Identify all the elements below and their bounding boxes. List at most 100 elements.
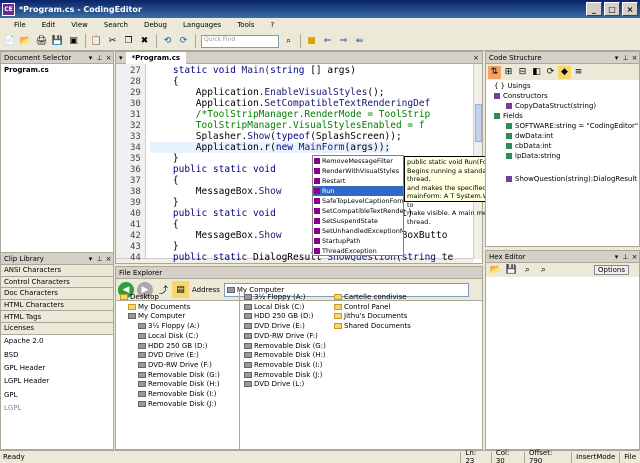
save-icon[interactable]: 💾 bbox=[504, 263, 519, 278]
clip-category[interactable]: HTML Characters bbox=[1, 299, 113, 312]
menu-languages[interactable]: Languages bbox=[175, 21, 229, 29]
bookmark-icon[interactable]: ■ bbox=[304, 34, 319, 49]
code-structure-node[interactable]: cbData:int bbox=[506, 142, 552, 150]
menu-search[interactable]: Search bbox=[96, 21, 136, 29]
close-icon[interactable]: × bbox=[630, 253, 639, 261]
new-file-icon[interactable]: 📄 bbox=[2, 34, 17, 49]
menu-view[interactable]: View bbox=[63, 21, 96, 29]
clip-category[interactable]: ANSI Characters bbox=[1, 265, 113, 277]
save-icon[interactable]: 💾 bbox=[50, 34, 65, 49]
close-icon[interactable]: × bbox=[630, 54, 639, 62]
tab-close-icon[interactable]: × bbox=[470, 54, 482, 62]
code-line[interactable]: Application.EnableVisualStyles(); bbox=[150, 87, 385, 98]
bookmark-prev-icon[interactable]: ⇐ bbox=[320, 34, 335, 49]
autocomplete-item[interactable]: StartupPath bbox=[313, 236, 403, 246]
code-line[interactable]: static void Main(string [] args) bbox=[150, 65, 356, 76]
close-button[interactable]: × bbox=[622, 2, 638, 16]
file-list-item[interactable]: DVD Drive (L:) bbox=[244, 380, 304, 388]
expand-icon[interactable]: ⊞ bbox=[502, 66, 515, 79]
cut-icon[interactable]: ✂ bbox=[105, 34, 120, 49]
file-list-item[interactable]: Shared Documents bbox=[334, 322, 411, 330]
clip-item[interactable]: Apache 2.0 bbox=[1, 335, 113, 348]
find-icon[interactable]: ⌕ bbox=[520, 263, 535, 278]
clip-item[interactable]: GPL Header bbox=[1, 361, 113, 374]
clip-category[interactable]: Control Characters bbox=[1, 276, 113, 289]
print-icon[interactable]: 🖨 bbox=[34, 34, 49, 49]
code-structure-node[interactable]: dwData:int bbox=[506, 132, 553, 140]
pin-icon[interactable]: ⊥ bbox=[95, 255, 104, 263]
autocomplete-item[interactable]: SetUnhandledExceptionM bbox=[313, 226, 403, 236]
code-structure-node[interactable]: ShowQuestion(string):DialogResult bbox=[506, 175, 637, 183]
pin-icon[interactable]: ⊥ bbox=[95, 54, 104, 62]
menu-help[interactable]: ? bbox=[262, 21, 282, 29]
highlight-icon[interactable]: ◆ bbox=[558, 65, 571, 79]
menu-edit[interactable]: Edit bbox=[34, 21, 64, 29]
hex-options-button[interactable]: Options bbox=[593, 265, 629, 275]
clip-item[interactable]: GPL bbox=[1, 388, 113, 401]
folder-tree-item[interactable]: My Computer bbox=[128, 312, 185, 320]
file-list-item[interactable]: Control Panel bbox=[334, 303, 390, 311]
vertical-scroll-thumb[interactable] bbox=[475, 104, 482, 142]
folder-tree-item[interactable]: Removable Disk (J:) bbox=[138, 400, 216, 408]
folder-tree-item[interactable]: DVD Drive (E:) bbox=[138, 351, 199, 359]
maximize-button[interactable]: □ bbox=[604, 2, 620, 16]
code-line[interactable]: { bbox=[150, 76, 179, 87]
dropdown-icon[interactable]: ▾ bbox=[86, 54, 95, 62]
clip-category[interactable]: HTML Tags bbox=[1, 311, 113, 323]
clip-item[interactable]: BSD bbox=[1, 348, 113, 361]
autocomplete-item[interactable]: ThreadException bbox=[313, 246, 403, 256]
collapse-icon[interactable]: ⊟ bbox=[516, 66, 529, 79]
file-list-item[interactable]: 3½ Floppy (A:) bbox=[244, 293, 305, 301]
folder-tree-item[interactable]: Removable Disk (G:) bbox=[138, 371, 220, 379]
pin-icon[interactable]: ⊥ bbox=[621, 253, 630, 261]
code-line[interactable]: Application.SetCompatibleTextRenderingDe… bbox=[150, 98, 431, 109]
document-item[interactable]: Program.cs bbox=[1, 64, 113, 76]
code-line[interactable]: Splasher.Show(typeof(SplashScreen)); bbox=[150, 131, 402, 142]
delete-icon[interactable]: ✖ bbox=[137, 34, 152, 49]
close-icon[interactable]: × bbox=[104, 54, 113, 62]
close-icon[interactable]: × bbox=[104, 255, 113, 263]
code-line[interactable]: MessageBox.Show bbox=[150, 186, 282, 197]
code-line[interactable]: { bbox=[150, 219, 179, 230]
settings-icon[interactable]: ≡ bbox=[572, 66, 585, 79]
code-structure-node[interactable]: Fields bbox=[494, 112, 523, 120]
pin-icon[interactable]: ⊥ bbox=[621, 54, 630, 62]
file-list-item[interactable]: Cartelle condivise bbox=[334, 293, 407, 301]
code-structure-node[interactable]: Constructors bbox=[494, 92, 548, 100]
autocomplete-item[interactable]: SetSuspendState bbox=[313, 216, 403, 226]
file-list-item[interactable]: DVD Drive (E:) bbox=[244, 322, 305, 330]
code-line[interactable]: } bbox=[150, 241, 179, 252]
code-structure-node[interactable]: { } Usings bbox=[494, 82, 531, 90]
menu-debug[interactable]: Debug bbox=[136, 21, 175, 29]
file-list[interactable]: 3½ Floppy (A:) Local Disk (C:) HDD 250 GB … bbox=[242, 291, 482, 449]
menu-file[interactable]: File bbox=[6, 21, 34, 29]
code-line[interactable]: { bbox=[150, 175, 179, 186]
folder-tree-item[interactable]: HDD 250 GB (D:) bbox=[138, 342, 208, 350]
find-next-icon[interactable]: ⌕ bbox=[536, 263, 551, 278]
autocomplete-item[interactable]: RenderWithVisualStyles bbox=[313, 166, 403, 176]
file-list-item[interactable]: DVD-RW Drive (F:) bbox=[244, 332, 318, 340]
code-line[interactable]: ToolStripManager.VisualStylesEnabled = f bbox=[150, 120, 425, 131]
file-list-item[interactable]: Removable Disk (J:) bbox=[244, 371, 322, 379]
clip-category[interactable]: Doc Characters bbox=[1, 288, 113, 300]
folder-tree-item[interactable]: Removable Disk (H:) bbox=[138, 380, 220, 388]
refresh-icon[interactable]: ⟳ bbox=[544, 66, 557, 79]
folder-tree-item[interactable]: Removable Disk (I:) bbox=[138, 390, 216, 398]
bookmark-next-icon[interactable]: ⇒ bbox=[336, 34, 351, 49]
code-structure-node[interactable]: CopyDataStruct(string) bbox=[506, 102, 596, 110]
quick-find-input[interactable]: Quick Find bbox=[201, 34, 279, 48]
dropdown-icon[interactable]: ▾ bbox=[612, 253, 621, 261]
autocomplete-item[interactable]: SetCompatibleTextRender bbox=[313, 206, 403, 216]
file-list-item[interactable]: Removable Disk (I:) bbox=[244, 361, 322, 369]
paste-icon[interactable]: 📋 bbox=[89, 34, 104, 49]
open-folder-icon[interactable]: 📂 bbox=[488, 263, 503, 278]
file-list-item[interactable]: Removable Disk (G:) bbox=[244, 342, 326, 350]
open-folder-icon[interactable]: 📂 bbox=[18, 34, 33, 49]
autocomplete-item[interactable]: SafeTopLevelCaptionForm bbox=[313, 196, 403, 206]
autocomplete-list[interactable]: RemoveMessageFilter RenderWithVisualStyle… bbox=[312, 155, 404, 256]
clip-item[interactable]: LGPL Header bbox=[1, 375, 113, 388]
menu-tools[interactable]: Tools bbox=[229, 21, 262, 29]
code-line[interactable]: public static void bbox=[150, 164, 276, 175]
code-line[interactable]: } bbox=[150, 197, 179, 208]
code-structure-node[interactable]: SOFTWARE:string = "CodingEditor" bbox=[506, 122, 638, 130]
